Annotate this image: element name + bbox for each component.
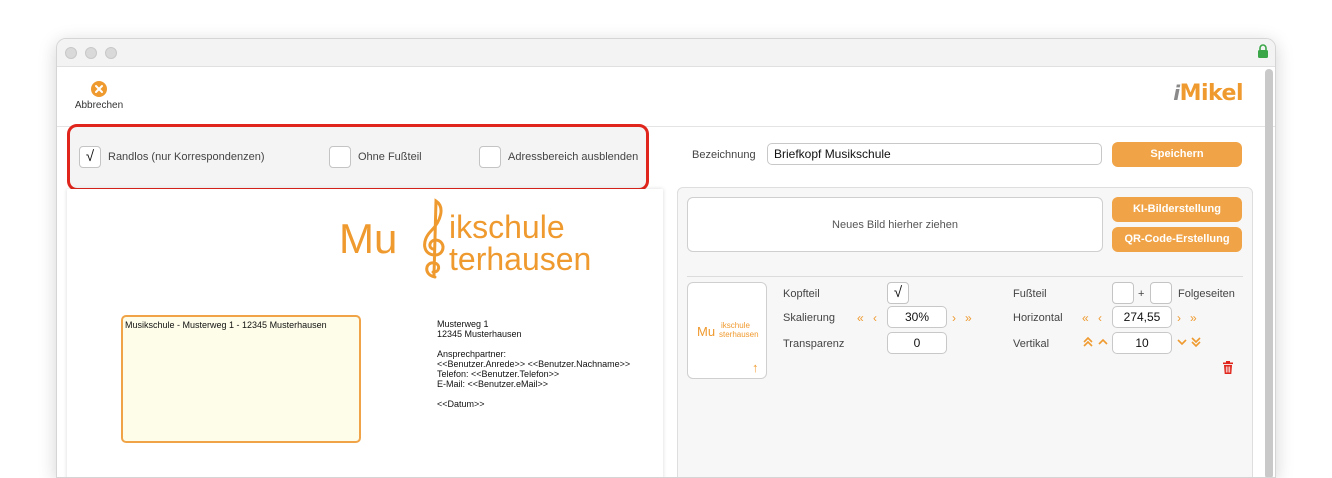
letterhead-preview: Mu ikschule terhausen Musikschule - Must… bbox=[67, 189, 663, 477]
folgeseiten-checkbox[interactable] bbox=[1150, 282, 1172, 304]
contact-line: Ansprechpartner: bbox=[437, 349, 507, 359]
imikel-logo: iMikel bbox=[1173, 81, 1243, 106]
plus-label: + bbox=[1138, 288, 1145, 300]
close-circle-icon bbox=[91, 81, 107, 97]
bezeichnung-label: Bezeichnung bbox=[692, 149, 756, 161]
left-arrow-icon[interactable]: ‹ bbox=[873, 311, 877, 325]
cancel-button[interactable]: Abbrechen bbox=[71, 81, 127, 111]
kopfteil-checkbox[interactable]: √ bbox=[887, 282, 909, 304]
vertical-scrollbar[interactable] bbox=[1265, 69, 1273, 477]
adressbereich-checkbox[interactable] bbox=[479, 146, 501, 168]
qr-code-erstellung-button[interactable]: QR-Code-Erstellung bbox=[1112, 227, 1242, 252]
thumbnail-logo: Mu ikschule sterhausen bbox=[697, 321, 759, 339]
ki-bilderstellung-button[interactable]: KI-Bilderstellung bbox=[1112, 197, 1242, 222]
sender-line: Musikschule - Musterweg 1 - 12345 Muster… bbox=[125, 320, 327, 330]
save-button[interactable]: Speichern bbox=[1112, 142, 1242, 167]
double-down-arrow-icon[interactable] bbox=[1190, 336, 1202, 348]
title-bar bbox=[57, 39, 1275, 67]
left-arrow-icon[interactable]: ‹ bbox=[1098, 311, 1102, 325]
skalierung-label: Skalierung bbox=[783, 312, 835, 324]
date-line: <<Datum>> bbox=[437, 399, 485, 409]
address-block: Musterweg 1 12345 Musterhausen Ansprechp… bbox=[437, 319, 630, 409]
treble-clef-icon bbox=[423, 198, 445, 279]
vertikal-label: Vertikal bbox=[1013, 338, 1050, 350]
options-highlight-box: √ Randlos (nur Korrespondenzen) Ohne Fuß… bbox=[67, 124, 649, 191]
horizontal-label: Horizontal bbox=[1013, 312, 1063, 324]
randlos-checkbox[interactable]: √ bbox=[79, 146, 101, 168]
fussteil-checkbox[interactable] bbox=[1112, 282, 1134, 304]
contact-line: Telefon: <<Benutzer.Telefon>> bbox=[437, 369, 560, 379]
divider bbox=[687, 276, 1243, 277]
fussteil-label: Fußteil bbox=[1013, 288, 1047, 300]
contact-line: E-Mail: <<Benutzer.eMail>> bbox=[437, 379, 549, 389]
transparenz-label: Transparenz bbox=[783, 338, 845, 350]
image-thumbnail[interactable]: Mu ikschule sterhausen ↑ bbox=[687, 282, 767, 379]
up-arrow-icon[interactable] bbox=[1097, 336, 1109, 348]
double-right-arrow-icon[interactable]: » bbox=[1190, 311, 1197, 325]
ohne-fussteil-checkbox[interactable] bbox=[329, 146, 351, 168]
ohne-fussteil-label: Ohne Fußteil bbox=[358, 151, 422, 163]
horizontal-input[interactable]: 274,55 bbox=[1112, 306, 1172, 328]
image-dropzone[interactable]: Neues Bild hierher ziehen bbox=[687, 197, 1103, 252]
down-arrow-icon[interactable] bbox=[1176, 336, 1188, 348]
address-line: 12345 Musterhausen bbox=[437, 329, 522, 339]
preview-logo: Mu ikschule terhausen bbox=[339, 197, 629, 281]
address-window: Musikschule - Musterweg 1 - 12345 Muster… bbox=[121, 315, 361, 443]
double-left-arrow-icon[interactable]: « bbox=[1082, 311, 1089, 325]
transparenz-input[interactable]: 0 bbox=[887, 332, 947, 354]
lock-icon bbox=[1258, 44, 1268, 58]
double-left-arrow-icon[interactable]: « bbox=[857, 311, 864, 325]
move-up-icon[interactable]: ↑ bbox=[752, 361, 759, 375]
right-arrow-icon[interactable]: › bbox=[952, 311, 956, 325]
kopfteil-label: Kopfteil bbox=[783, 288, 820, 300]
right-arrow-icon[interactable]: › bbox=[1177, 311, 1181, 325]
toolbar: Abbrechen iMikel bbox=[57, 67, 1275, 127]
double-right-arrow-icon[interactable]: » bbox=[965, 311, 972, 325]
skalierung-input[interactable]: 30% bbox=[887, 306, 947, 328]
minimize-window-button[interactable] bbox=[85, 47, 97, 59]
address-line: Musterweg 1 bbox=[437, 319, 489, 329]
vertikal-input[interactable]: 10 bbox=[1112, 332, 1172, 354]
close-window-button[interactable] bbox=[65, 47, 77, 59]
zoom-window-button[interactable] bbox=[105, 47, 117, 59]
randlos-label: Randlos (nur Korrespondenzen) bbox=[108, 151, 265, 163]
double-up-arrow-icon[interactable] bbox=[1082, 336, 1094, 348]
adressbereich-label: Adressbereich ausblenden bbox=[508, 151, 639, 163]
cancel-label: Abbrechen bbox=[74, 100, 124, 111]
image-settings-panel: Neues Bild hierher ziehen KI-Bilderstell… bbox=[677, 187, 1253, 477]
bezeichnung-input[interactable]: Briefkopf Musikschule bbox=[767, 143, 1102, 165]
app-window: Abbrechen iMikel √ Randlos (nur Korrespo… bbox=[56, 38, 1276, 478]
folgeseiten-label: Folgeseiten bbox=[1178, 288, 1235, 300]
trash-icon[interactable] bbox=[1222, 361, 1234, 374]
contact-line: <<Benutzer.Anrede>> <<Benutzer.Nachname>… bbox=[437, 359, 631, 369]
